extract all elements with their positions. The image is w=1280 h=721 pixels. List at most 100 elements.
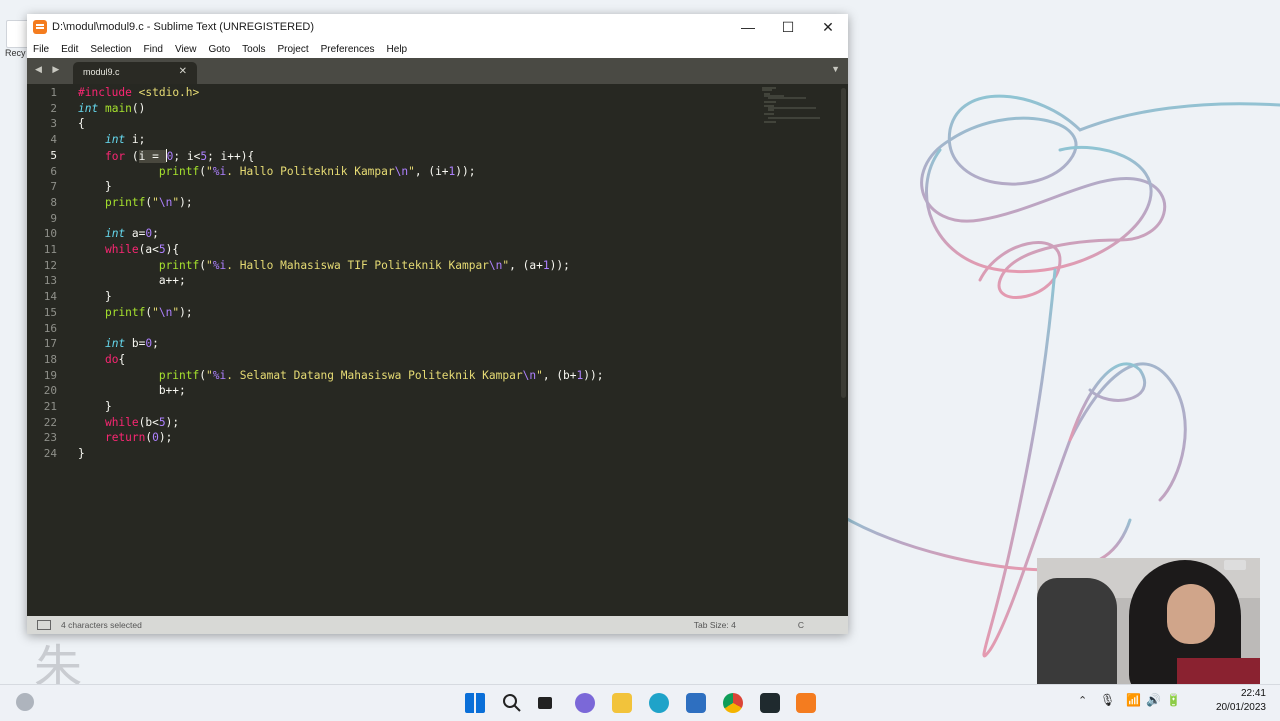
vertical-scrollbar[interactable] [841, 88, 846, 398]
search-icon[interactable] [502, 693, 522, 713]
code-line: #include <stdio.h> [78, 86, 200, 99]
webcam-badge [1224, 560, 1246, 570]
code-line: while(b<5); [104, 415, 180, 429]
line-number: 12 [43, 258, 57, 272]
show-hidden-icons-icon[interactable]: ⌃ [1078, 694, 1087, 707]
code-line: a++; [78, 274, 186, 288]
tab-list-dropdown-icon[interactable]: ▼ [831, 64, 840, 74]
code-line: } [78, 400, 112, 413]
file-explorer-icon[interactable] [612, 693, 632, 713]
line-number: 10 [43, 227, 57, 241]
code-line: printf("\n"); [104, 195, 193, 209]
code-line: printf("\n"); [104, 305, 193, 319]
battery-icon[interactable]: 🔋 [1166, 693, 1181, 707]
code-line: printf("%i. Hallo Mahasiswa TIF Politekn… [158, 258, 570, 272]
selection-status: 4 characters selected [61, 620, 142, 630]
line-number: 8 [50, 195, 57, 209]
line-number: 21 [43, 400, 57, 413]
line-number: 19 [43, 368, 57, 382]
tab-close-icon[interactable]: ✕ [179, 66, 187, 77]
line-number: 4 [50, 133, 57, 147]
line-number: 15 [43, 305, 57, 319]
clock-date[interactable]: 20/01/2023 [1202, 702, 1266, 713]
line-number: 5 [50, 148, 57, 162]
webcam-chair [1037, 578, 1117, 684]
code-line: while(a<5){ [104, 243, 180, 256]
weather-widget-icon[interactable] [16, 693, 34, 711]
edge-icon[interactable] [649, 693, 669, 713]
line-number: 1 [50, 86, 57, 99]
menu-project[interactable]: Project [278, 44, 309, 55]
tab-label: modul9.c [83, 67, 120, 77]
code-line: printf("%i. Selamat Datang Mahasiswa Pol… [158, 368, 604, 382]
terminal-icon[interactable] [760, 693, 780, 713]
menu-file[interactable]: File [33, 44, 49, 55]
microphone-icon[interactable]: 🎙 [1100, 693, 1115, 707]
line-number: 7 [50, 180, 57, 194]
line-number: 24 [43, 447, 57, 461]
line-number: 3 [50, 117, 57, 131]
code-line: printf("%i. Hallo Politeknik Kampar\n", … [158, 164, 476, 178]
close-button[interactable]: ✕ [808, 14, 848, 40]
webcam-overlay [1037, 558, 1260, 684]
menu-help[interactable]: Help [387, 44, 408, 55]
line-number: 9 [50, 211, 57, 225]
sublime-app-icon [33, 20, 47, 34]
desktop-icon-label: Recy [5, 48, 26, 58]
line-number: 13 [43, 274, 57, 288]
webcam-shirt [1177, 658, 1260, 684]
panel-toggle-icon[interactable] [37, 620, 51, 630]
clock-time[interactable]: 22:41 [1220, 688, 1266, 699]
status-bar: 4 characters selected Tab Size: 4 C [27, 616, 848, 634]
chat-icon[interactable] [575, 693, 595, 713]
store-icon[interactable] [686, 693, 706, 713]
line-number: 11 [43, 243, 57, 256]
menu-edit[interactable]: Edit [61, 44, 78, 55]
code-line: } [78, 180, 112, 194]
minimize-button[interactable]: — [728, 14, 768, 40]
tab-bar: ◀ ▶ modul9.c ✕ ▼ [27, 58, 848, 84]
syntax-indicator[interactable]: C [798, 620, 804, 630]
menu-find[interactable]: Find [144, 44, 163, 55]
webcam-face [1167, 584, 1215, 644]
code-line: int i; [104, 133, 146, 147]
title-bar[interactable]: D:\modul\modul9.c - Sublime Text (UNREGI… [27, 14, 848, 40]
taskbar: ⌃ 🎙 📶 🔊 🔋 22:41 20/01/2023 [0, 684, 1280, 721]
window-title: D:\modul\modul9.c - Sublime Text (UNREGI… [52, 21, 315, 33]
tab-size-indicator[interactable]: Tab Size: 4 [694, 620, 736, 630]
code-line: int b=0; [104, 337, 159, 351]
maximize-button[interactable]: ☐ [768, 14, 808, 40]
menu-tools[interactable]: Tools [242, 44, 265, 55]
task-view-icon[interactable] [538, 697, 552, 709]
line-number: 14 [43, 290, 57, 304]
sublime-window: D:\modul\modul9.c - Sublime Text (UNREGI… [27, 14, 848, 634]
code-line: } [78, 290, 112, 304]
line-number: 17 [43, 337, 57, 351]
line-number: 23 [43, 431, 57, 445]
tab-modul9[interactable]: modul9.c ✕ [73, 62, 197, 84]
menu-goto[interactable]: Goto [208, 44, 230, 55]
menu-bar: File Edit Selection Find View Goto Tools… [27, 40, 848, 58]
code-line: for (i = 0; i<5; i++){ [104, 148, 255, 163]
code-line: } [78, 447, 85, 461]
line-number: 22 [43, 415, 57, 429]
minimap[interactable] [762, 86, 824, 126]
menu-view[interactable]: View [175, 44, 197, 55]
menu-selection[interactable]: Selection [90, 44, 131, 55]
code-line: b++; [78, 384, 186, 398]
tab-nav-arrows-icon[interactable]: ◀ ▶ [35, 64, 63, 75]
code-line: return(0); [104, 431, 173, 445]
code-line: int a=0; [104, 227, 159, 241]
line-number: 18 [43, 352, 57, 366]
line-number: 16 [43, 321, 57, 335]
sublime-icon[interactable] [796, 693, 816, 713]
line-number: 6 [50, 164, 57, 178]
windows-start-icon[interactable] [465, 693, 485, 713]
menu-preferences[interactable]: Preferences [321, 44, 375, 55]
wifi-icon[interactable]: 📶 [1126, 693, 1141, 707]
code-line: do{ [104, 352, 126, 366]
volume-icon[interactable]: 🔊 [1146, 693, 1161, 707]
chrome-icon[interactable] [723, 693, 743, 713]
code-editor[interactable]: 1 2 3 4 5 6 7 8 9 10 11 12 13 14 15 16 17 18 19 20 21 22 23 24 … [27, 84, 848, 616]
code-line: { [78, 117, 85, 131]
